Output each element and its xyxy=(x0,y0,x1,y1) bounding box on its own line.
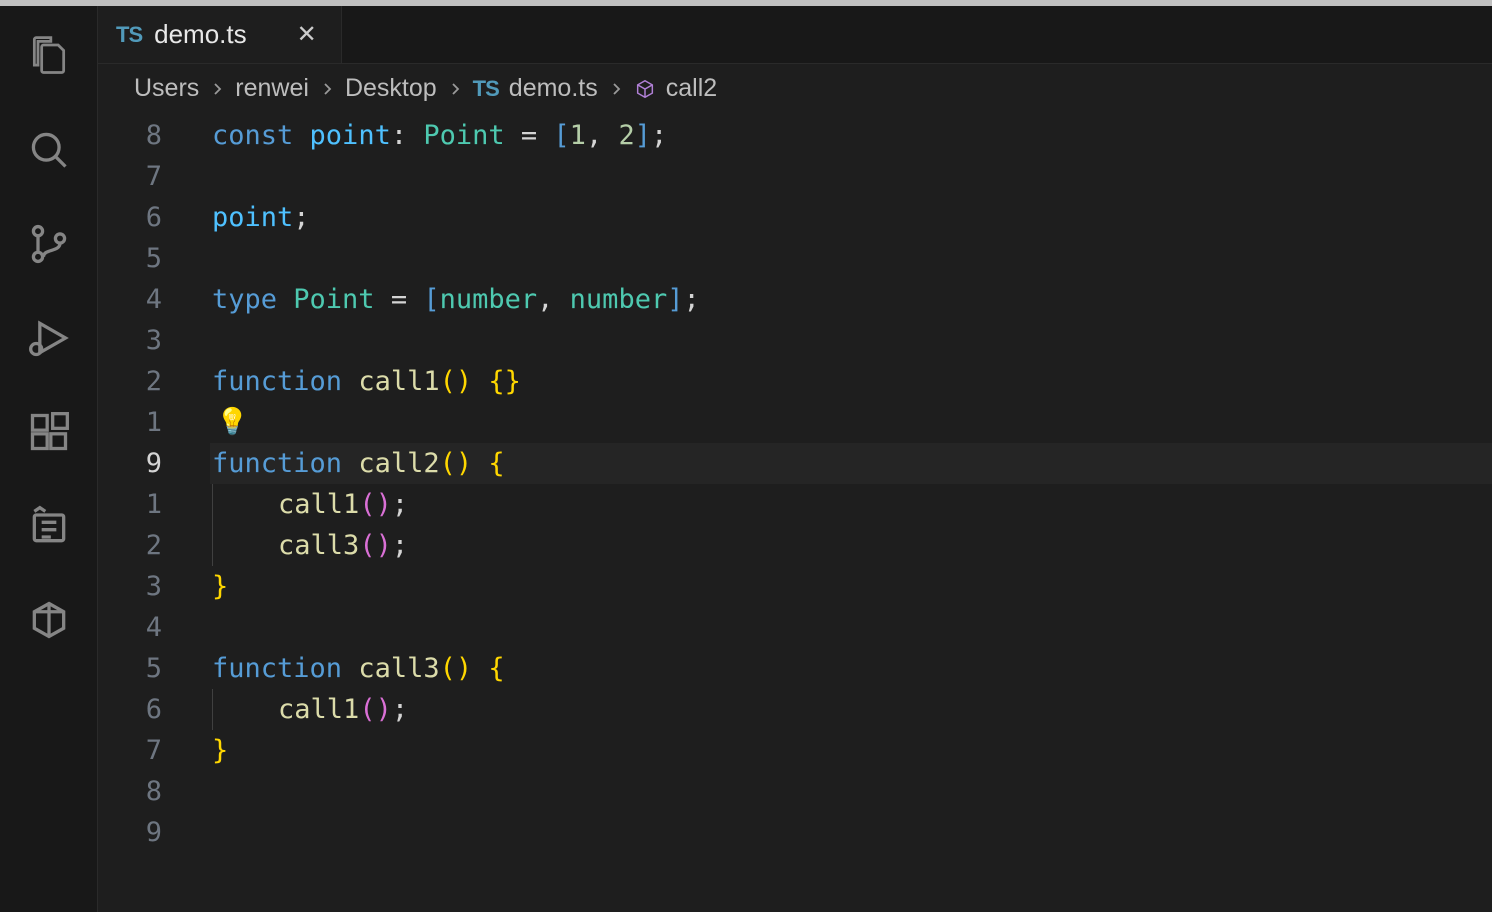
code-line[interactable]: call1(); xyxy=(210,689,1492,730)
chevron-right-icon xyxy=(447,81,463,97)
code-content[interactable]: const point: Point = [1, 2]; point; type P… xyxy=(210,115,1492,912)
code-line[interactable] xyxy=(210,320,1492,361)
code-line[interactable] xyxy=(210,156,1492,197)
code-line[interactable]: 💡 xyxy=(210,402,1492,443)
code-line[interactable]: type Point = [number, number]; xyxy=(210,279,1492,320)
line-number: 3 xyxy=(98,320,162,361)
line-number: 9 xyxy=(98,443,162,484)
activity-bar xyxy=(0,6,98,912)
line-number: 6 xyxy=(98,689,162,730)
line-number: 6 xyxy=(98,197,162,238)
breadcrumb-file[interactable]: demo.ts xyxy=(509,74,598,103)
run-debug-icon[interactable] xyxy=(19,308,79,368)
copilot-icon[interactable] xyxy=(19,590,79,650)
code-line[interactable]: function call2() { xyxy=(210,443,1492,484)
breadcrumb-item[interactable]: Users xyxy=(134,74,199,103)
breadcrumb-item[interactable]: Desktop xyxy=(345,74,437,103)
source-control-icon[interactable] xyxy=(19,214,79,274)
code-line[interactable] xyxy=(210,771,1492,812)
code-line[interactable]: const point: Point = [1, 2]; xyxy=(210,115,1492,156)
line-number: 2 xyxy=(98,361,162,402)
code-line[interactable]: } xyxy=(210,730,1492,771)
line-number: 5 xyxy=(98,238,162,279)
tab-bar: TS demo.ts ✕ xyxy=(98,6,1492,64)
code-line[interactable]: } xyxy=(210,566,1492,607)
line-number-gutter: 876543219123456789 xyxy=(98,115,210,912)
search-icon[interactable] xyxy=(19,120,79,180)
code-line[interactable] xyxy=(210,607,1492,648)
line-number: 8 xyxy=(98,771,162,812)
code-line[interactable] xyxy=(210,812,1492,853)
close-icon[interactable]: ✕ xyxy=(295,20,319,49)
chevron-right-icon xyxy=(209,81,225,97)
line-number: 1 xyxy=(98,402,162,443)
main-area: TS demo.ts ✕ Users renwei Desktop TS dem… xyxy=(0,6,1492,912)
line-number: 1 xyxy=(98,484,162,525)
code-line[interactable]: call3(); xyxy=(210,525,1492,566)
editor-area: TS demo.ts ✕ Users renwei Desktop TS dem… xyxy=(98,6,1492,912)
line-number: 7 xyxy=(98,730,162,771)
code-line[interactable] xyxy=(210,238,1492,279)
chevron-right-icon xyxy=(319,81,335,97)
line-number: 4 xyxy=(98,607,162,648)
breadcrumb-symbol[interactable]: call2 xyxy=(666,74,717,103)
lightbulb-icon[interactable]: 💡 xyxy=(212,402,248,443)
line-number: 2 xyxy=(98,525,162,566)
line-number: 4 xyxy=(98,279,162,320)
breadcrumb[interactable]: Users renwei Desktop TS demo.ts call2 xyxy=(98,64,1492,113)
typescript-icon: TS xyxy=(473,76,499,102)
code-line[interactable]: call1(); xyxy=(210,484,1492,525)
symbol-function-icon xyxy=(634,78,656,100)
remote-explorer-icon[interactable] xyxy=(19,496,79,556)
code-line[interactable]: function call3() { xyxy=(210,648,1492,689)
tab-demo-ts[interactable]: TS demo.ts ✕ xyxy=(98,6,342,63)
line-number: 7 xyxy=(98,156,162,197)
typescript-icon: TS xyxy=(116,22,142,48)
code-line[interactable]: point; xyxy=(210,197,1492,238)
line-number: 8 xyxy=(98,115,162,156)
breadcrumb-item[interactable]: renwei xyxy=(235,74,309,103)
line-number: 3 xyxy=(98,566,162,607)
extensions-icon[interactable] xyxy=(19,402,79,462)
tab-label: demo.ts xyxy=(154,19,247,50)
chevron-right-icon xyxy=(608,81,624,97)
code-line[interactable]: function call1() {} xyxy=(210,361,1492,402)
code-editor[interactable]: 876543219123456789 const point: Point = … xyxy=(98,113,1492,912)
line-number: 5 xyxy=(98,648,162,689)
explorer-icon[interactable] xyxy=(19,26,79,86)
line-number: 9 xyxy=(98,812,162,853)
